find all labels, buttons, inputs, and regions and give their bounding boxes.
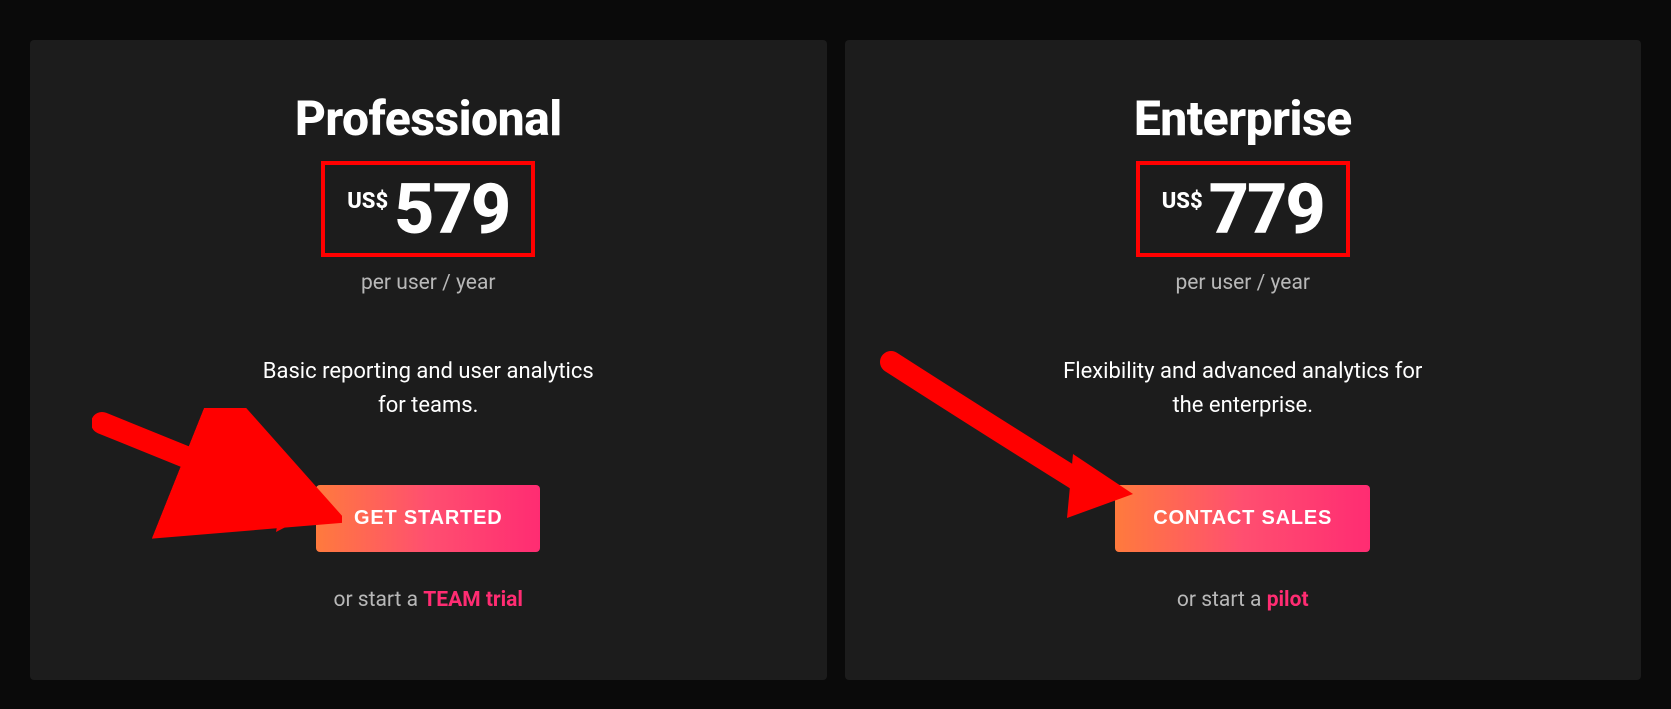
get-started-button[interactable]: GET STARTED [316,485,540,552]
plan-title: Professional [295,90,562,147]
contact-sales-button[interactable]: CONTACT SALES [1115,485,1370,552]
plan-title: Enterprise [1134,90,1352,147]
pricing-card-professional: Professional US$ 579 per user / year Bas… [30,40,827,680]
annotation-arrow-icon [92,408,342,548]
price-amount: 579 [394,175,509,245]
pilot-link[interactable]: pilot [1267,588,1309,612]
alt-trial-line: or start a TEAM trial [334,588,523,612]
price-highlight-box: US$ 779 [1136,161,1350,257]
plan-description: Basic reporting and user analytics for t… [248,355,608,423]
plan-description: Flexibility and advanced analytics for t… [1063,355,1423,423]
currency-label: US$ [347,189,388,214]
pricing-card-enterprise: Enterprise US$ 779 per user / year Flexi… [845,40,1642,680]
alt-pilot-line: or start a pilot [1177,588,1309,612]
price-highlight-box: US$ 579 [321,161,535,257]
alt-prefix: or start a [1177,588,1267,612]
currency-label: US$ [1162,189,1203,214]
billing-period: per user / year [1176,271,1310,295]
price-amount: 779 [1209,175,1324,245]
team-trial-link[interactable]: TEAM trial [423,588,523,612]
billing-period: per user / year [361,271,495,295]
alt-prefix: or start a [334,588,424,612]
